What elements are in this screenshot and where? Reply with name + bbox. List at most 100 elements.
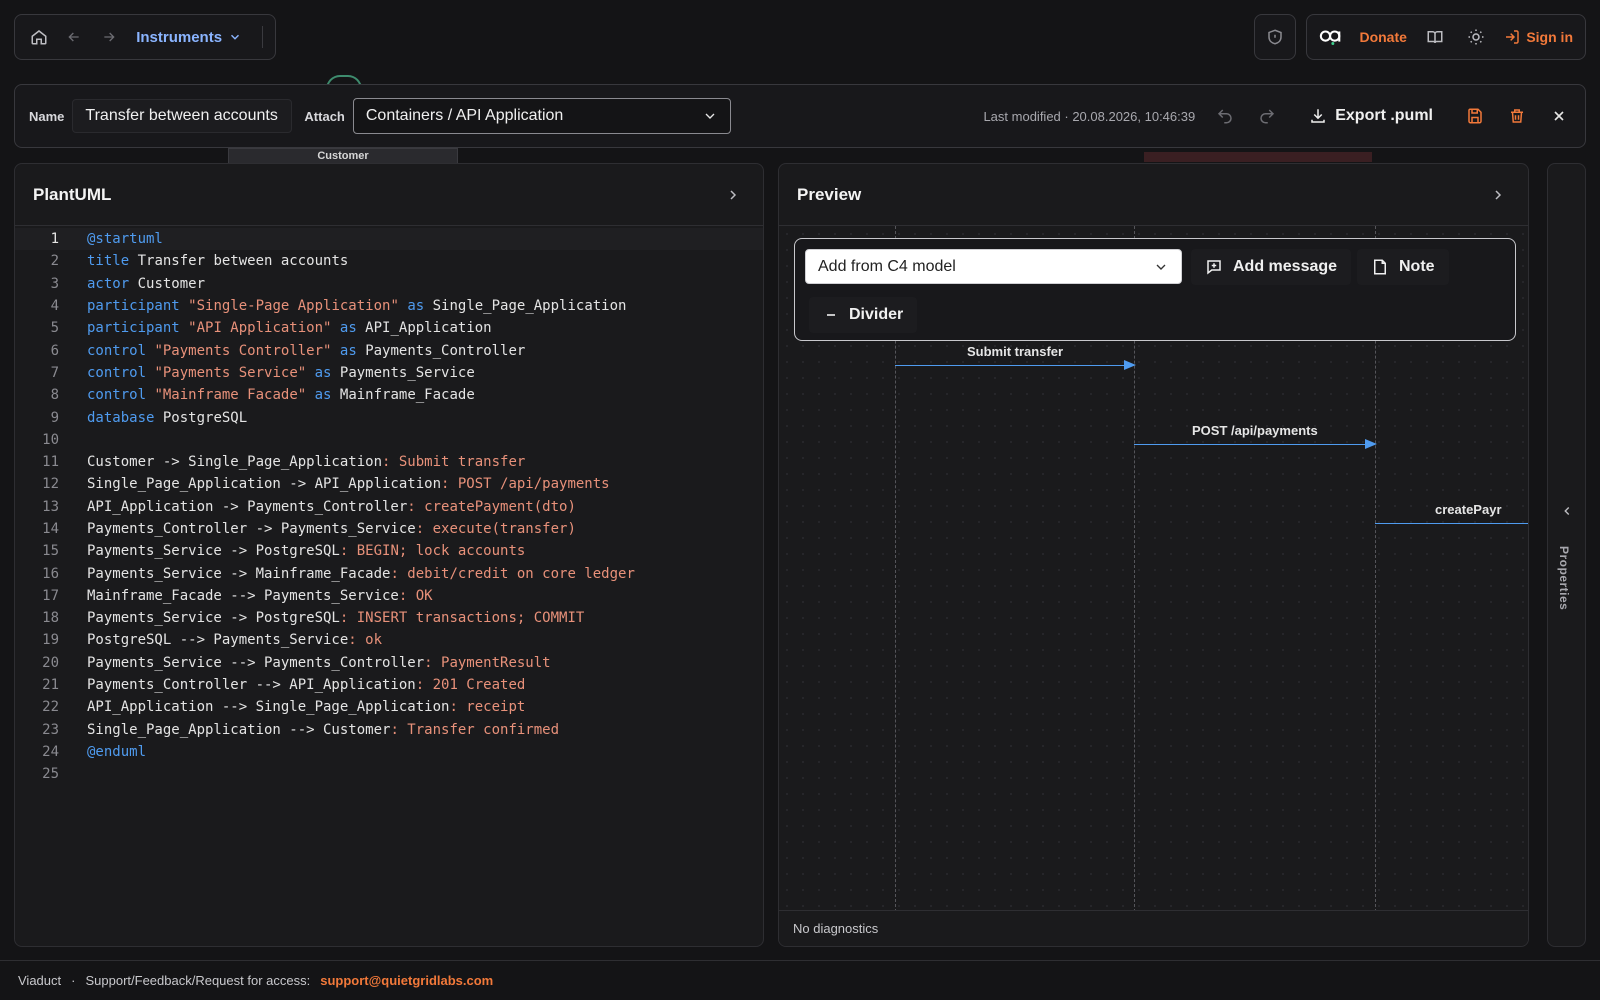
line-number: 19 [42,632,59,649]
note-label: Note [1399,258,1435,275]
code-line[interactable]: 11 Customer -> Single_Page_Application: S… [15,451,763,473]
background-diagram-node: Customer [228,148,458,164]
breadcrumb-instruments[interactable]: Instruments [136,29,242,46]
panel-title: Preview [797,184,862,204]
divider-button[interactable]: Divider [809,297,918,333]
code-line-text: participant "API Application" as API_App… [87,320,492,337]
name-input[interactable]: Transfer between accounts [72,99,293,133]
note-icon [1374,259,1386,275]
line-number: 10 [42,431,59,448]
properties-panel[interactable]: Properties [1547,163,1586,947]
attach-select[interactable]: Containers / API Application [352,98,731,134]
attach-label: Attach [304,108,345,124]
code-line[interactable]: 23 Single_Page_Application --> Customer: … [15,719,763,741]
donate-link[interactable]: Donate [1359,29,1406,45]
code-line[interactable]: 25 [15,763,763,785]
logo-icon[interactable] [1319,25,1343,49]
line-number: 21 [42,677,59,694]
message-arrow[interactable] [1375,523,1528,524]
add-message-button[interactable]: Add message [1191,249,1352,285]
redo-icon[interactable] [1255,104,1279,128]
message-label: createPayr [1435,502,1502,517]
preview-panel: Preview Submit transfer POST /api/paymen… [778,163,1529,947]
undo-icon[interactable] [1213,104,1237,128]
line-number: 25 [42,766,59,783]
line-number: 12 [42,476,59,493]
diagram-canvas[interactable]: Submit transfer POST /api/payments creat… [779,226,1528,946]
line-number: 8 [50,387,59,404]
chevron-down-icon [231,34,240,40]
sign-in-button[interactable]: Sign in [1504,29,1573,45]
support-email-link[interactable]: support@quietgridlabs.com [320,973,493,988]
line-number: 17 [42,587,59,604]
code-line[interactable]: 2 title Transfer between accounts [15,250,763,272]
home-icon[interactable] [27,25,50,49]
code-line[interactable]: 17 Mainframe_Facade --> Payments_Service:… [15,585,763,607]
line-number: 15 [42,543,59,560]
chevron-left-icon[interactable] [1560,504,1574,518]
divider-label: Divider [849,306,904,323]
add-message-label: Add message [1233,258,1338,275]
line-number: 2 [50,253,59,270]
book-icon[interactable] [1423,25,1447,49]
code-line-text: Mainframe_Facade --> Payments_Service: O… [87,587,433,604]
chevron-right-icon[interactable] [721,183,745,207]
code-line-text: control "Payments Controller" as Payment… [87,342,526,359]
panel-header: Preview [779,164,1528,226]
c4-select-value: Add from C4 model [818,257,956,275]
arrow-left-icon[interactable] [62,25,85,49]
code-line-text: Payments_Controller --> API_Application:… [87,677,526,694]
code-line[interactable]: 9 database PostgreSQL [15,406,763,428]
line-number: 22 [42,699,59,716]
minus-icon [827,314,835,316]
trash-icon[interactable] [1505,104,1529,128]
code-line[interactable]: 10 [15,429,763,451]
export-puml-button[interactable]: Export .puml [1297,107,1445,125]
code-line-text: actor Customer [87,275,206,292]
code-line-text: Payments_Service -> PostgreSQL: BEGIN; l… [87,543,526,560]
element-palette: Add from C4 model Add message Note Divid… [794,238,1516,341]
add-from-c4-select[interactable]: Add from C4 model [805,249,1182,284]
message-arrow[interactable] [895,360,1136,370]
panel-header: PlantUML [15,164,763,226]
shield-button[interactable] [1254,14,1296,60]
chevron-right-icon[interactable] [1486,183,1510,207]
name-label: Name [29,108,65,124]
code-line[interactable]: 15 Payments_Service -> PostgreSQL: BEGIN;… [15,540,763,562]
code-line[interactable]: 3 actor Customer [15,273,763,295]
sun-icon[interactable] [1464,25,1488,49]
code-line[interactable]: 12 Single_Page_Application -> API_Applica… [15,473,763,495]
code-line[interactable]: 13 API_Application -> Payments_Controller… [15,496,763,518]
code-line[interactable]: 14 Payments_Controller -> Payments_Servic… [15,518,763,540]
line-number: 3 [50,275,59,292]
line-number: 14 [42,521,59,537]
divider [262,26,263,48]
arrow-right-icon[interactable] [97,25,120,49]
code-line[interactable]: 16 Payments_Service -> Mainframe_Facade: … [15,562,763,584]
line-number: 16 [42,565,59,582]
properties-label: Properties [1557,546,1571,611]
close-icon[interactable] [1547,104,1571,128]
code-line[interactable]: 19 PostgreSQL --> Payments_Service: ok [15,629,763,651]
code-line[interactable]: 6 control "Payments Controller" as Paymen… [15,339,763,361]
code-line[interactable]: 7 control "Payments Service" as Payments_… [15,362,763,384]
save-icon[interactable] [1463,104,1487,128]
top-actions: Donate Sign in [1306,14,1586,60]
sign-in-label: Sign in [1526,29,1573,45]
code-line[interactable]: 21 Payments_Controller --> API_Applicatio… [15,674,763,696]
code-line[interactable]: 8 control "Mainframe Facade" as Mainframe… [15,384,763,406]
code-line[interactable]: 24 @enduml [15,741,763,763]
line-number: 20 [42,654,59,671]
code-line[interactable]: 20 Payments_Service --> Payments_Controll… [15,652,763,674]
editor-toolbar: Name Transfer between accounts Attach Co… [14,84,1586,148]
top-nav: Instruments [14,14,276,60]
code-line[interactable]: 5 participant "API Application" as API_Ap… [15,317,763,339]
code-line[interactable]: 18 Payments_Service -> PostgreSQL: INSERT… [15,607,763,629]
code-editor[interactable]: 1 @startuml 2 title Transfer between accoun… [15,226,763,785]
code-line[interactable]: 4 participant "Single-Page Application" a… [15,295,763,317]
code-line[interactable]: 22 API_Application --> Single_Page_Applic… [15,696,763,718]
code-line[interactable]: 1 @startuml [15,228,763,251]
message-arrow[interactable] [1134,439,1377,449]
note-button[interactable]: Note [1357,249,1449,285]
line-number: 5 [50,320,59,337]
